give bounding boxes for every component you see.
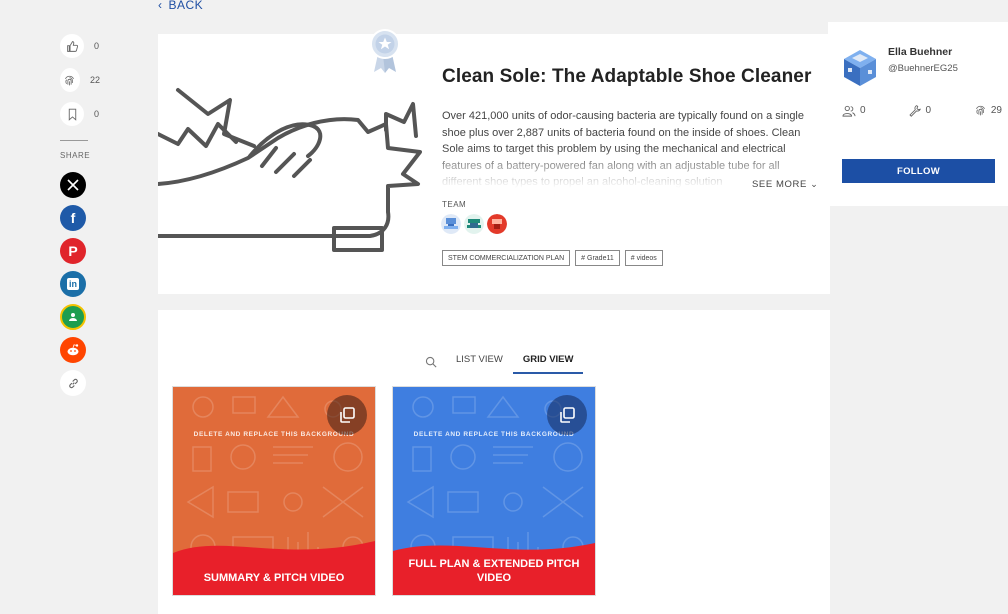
like-stat[interactable]: 0: [60, 34, 100, 58]
pinterest-icon: P: [68, 243, 78, 259]
follow-button[interactable]: FOLLOW: [842, 159, 995, 183]
linkedin-icon: in: [67, 278, 79, 290]
link-icon: [68, 378, 78, 388]
see-more-button[interactable]: SEE MORE ⌄: [746, 179, 819, 190]
author-avatar[interactable]: [842, 48, 878, 88]
share-x-button[interactable]: [60, 172, 86, 198]
reddit-icon: [67, 344, 79, 356]
share-label: SHARE: [60, 151, 91, 160]
tag-chip[interactable]: # Grade11: [575, 250, 620, 266]
project-description: Over 421,000 units of odor-causing bacte…: [442, 108, 818, 188]
search-icon[interactable]: [420, 356, 442, 368]
team-label: TEAM: [442, 200, 467, 209]
fingerprint-icon: [60, 68, 80, 92]
copy-link-button[interactable]: [60, 370, 86, 396]
tile-caption: FULL PLAN & EXTENDED PITCH VIDEO: [408, 558, 580, 584]
bookmark-icon[interactable]: [60, 102, 84, 126]
red-wave-band: [173, 541, 375, 595]
classroom-icon: [69, 313, 77, 321]
view-count: 22: [89, 75, 100, 85]
chevron-left-icon: ‹: [158, 0, 163, 12]
copy-icon: [560, 407, 575, 423]
team-member-avatar[interactable]: [464, 214, 484, 234]
media-tile[interactable]: DELETE AND REPLACE THIS BACKGROUND FULL …: [392, 386, 596, 596]
tag-list: STEM COMMERCIALIZATION PLAN # Grade11 # …: [442, 250, 663, 266]
save-count: 0: [94, 109, 100, 119]
projects-count: 0: [925, 105, 931, 116]
copy-icon: [340, 407, 355, 423]
fingerprint-icon: [975, 105, 985, 116]
author-views-count: 29: [990, 105, 1002, 116]
view-stat: 22: [60, 68, 100, 92]
share-facebook-button[interactable]: f: [60, 205, 86, 231]
duplicate-button[interactable]: [327, 395, 367, 435]
tab-list-view[interactable]: LIST VIEW: [446, 350, 513, 374]
save-stat[interactable]: 0: [60, 102, 100, 126]
media-tile[interactable]: DELETE AND REPLACE THIS BACKGROUND SUMMA…: [172, 386, 376, 596]
share-reddit-button[interactable]: [60, 337, 86, 363]
team-member-avatar[interactable]: [487, 214, 507, 234]
project-card: Clean Sole: The Adaptable Shoe Cleaner O…: [158, 29, 830, 294]
share-google-classroom-button[interactable]: [60, 304, 86, 330]
tile-caption: SUMMARY & PITCH VIDEO: [203, 572, 345, 584]
author-card: Ella Buehner @BuehnerEG25 0 0 29 FOLLOW: [828, 22, 1008, 206]
back-link[interactable]: ‹ BACK: [158, 0, 203, 12]
author-stats: 0 0 29: [842, 104, 1002, 117]
duplicate-button[interactable]: [547, 395, 587, 435]
users-icon: [842, 105, 856, 117]
media-panel: LIST VIEW GRID VIEW DELETE AND REPLACE T…: [158, 310, 830, 614]
side-rail: 0 22 0 SHARE f P in: [60, 34, 100, 403]
x-logo-icon: [67, 179, 79, 191]
chevron-down-icon: ⌄: [810, 179, 819, 189]
back-label: BACK: [168, 0, 204, 12]
shoe-cleaner-illustration: [158, 88, 422, 252]
tag-chip[interactable]: # videos: [624, 250, 663, 266]
followers-stat: 0: [842, 104, 866, 117]
wrench-icon: [909, 105, 922, 117]
author-handle: @BuehnerEG25: [888, 63, 958, 74]
facebook-icon: f: [70, 210, 76, 226]
thumbs-up-icon[interactable]: [60, 34, 84, 58]
team-avatars: [441, 214, 507, 234]
view-toggle: LIST VIEW GRID VIEW: [420, 350, 584, 374]
projects-stat: 0: [908, 104, 931, 117]
project-title: Clean Sole: The Adaptable Shoe Cleaner: [442, 66, 812, 87]
team-member-avatar[interactable]: [441, 214, 461, 234]
tab-grid-view[interactable]: GRID VIEW: [512, 350, 584, 374]
share-linkedin-button[interactable]: in: [60, 271, 86, 297]
like-count: 0: [94, 41, 100, 51]
award-ribbon-icon: [370, 29, 400, 73]
author-views-stat: 29: [974, 104, 1002, 117]
tag-chip[interactable]: STEM COMMERCIALIZATION PLAN: [442, 250, 571, 266]
author-name[interactable]: Ella Buehner: [888, 46, 952, 58]
followers-count: 0: [860, 105, 866, 116]
see-more-label: SEE MORE: [752, 179, 807, 190]
share-pinterest-button[interactable]: P: [60, 238, 86, 264]
divider: [60, 140, 88, 141]
